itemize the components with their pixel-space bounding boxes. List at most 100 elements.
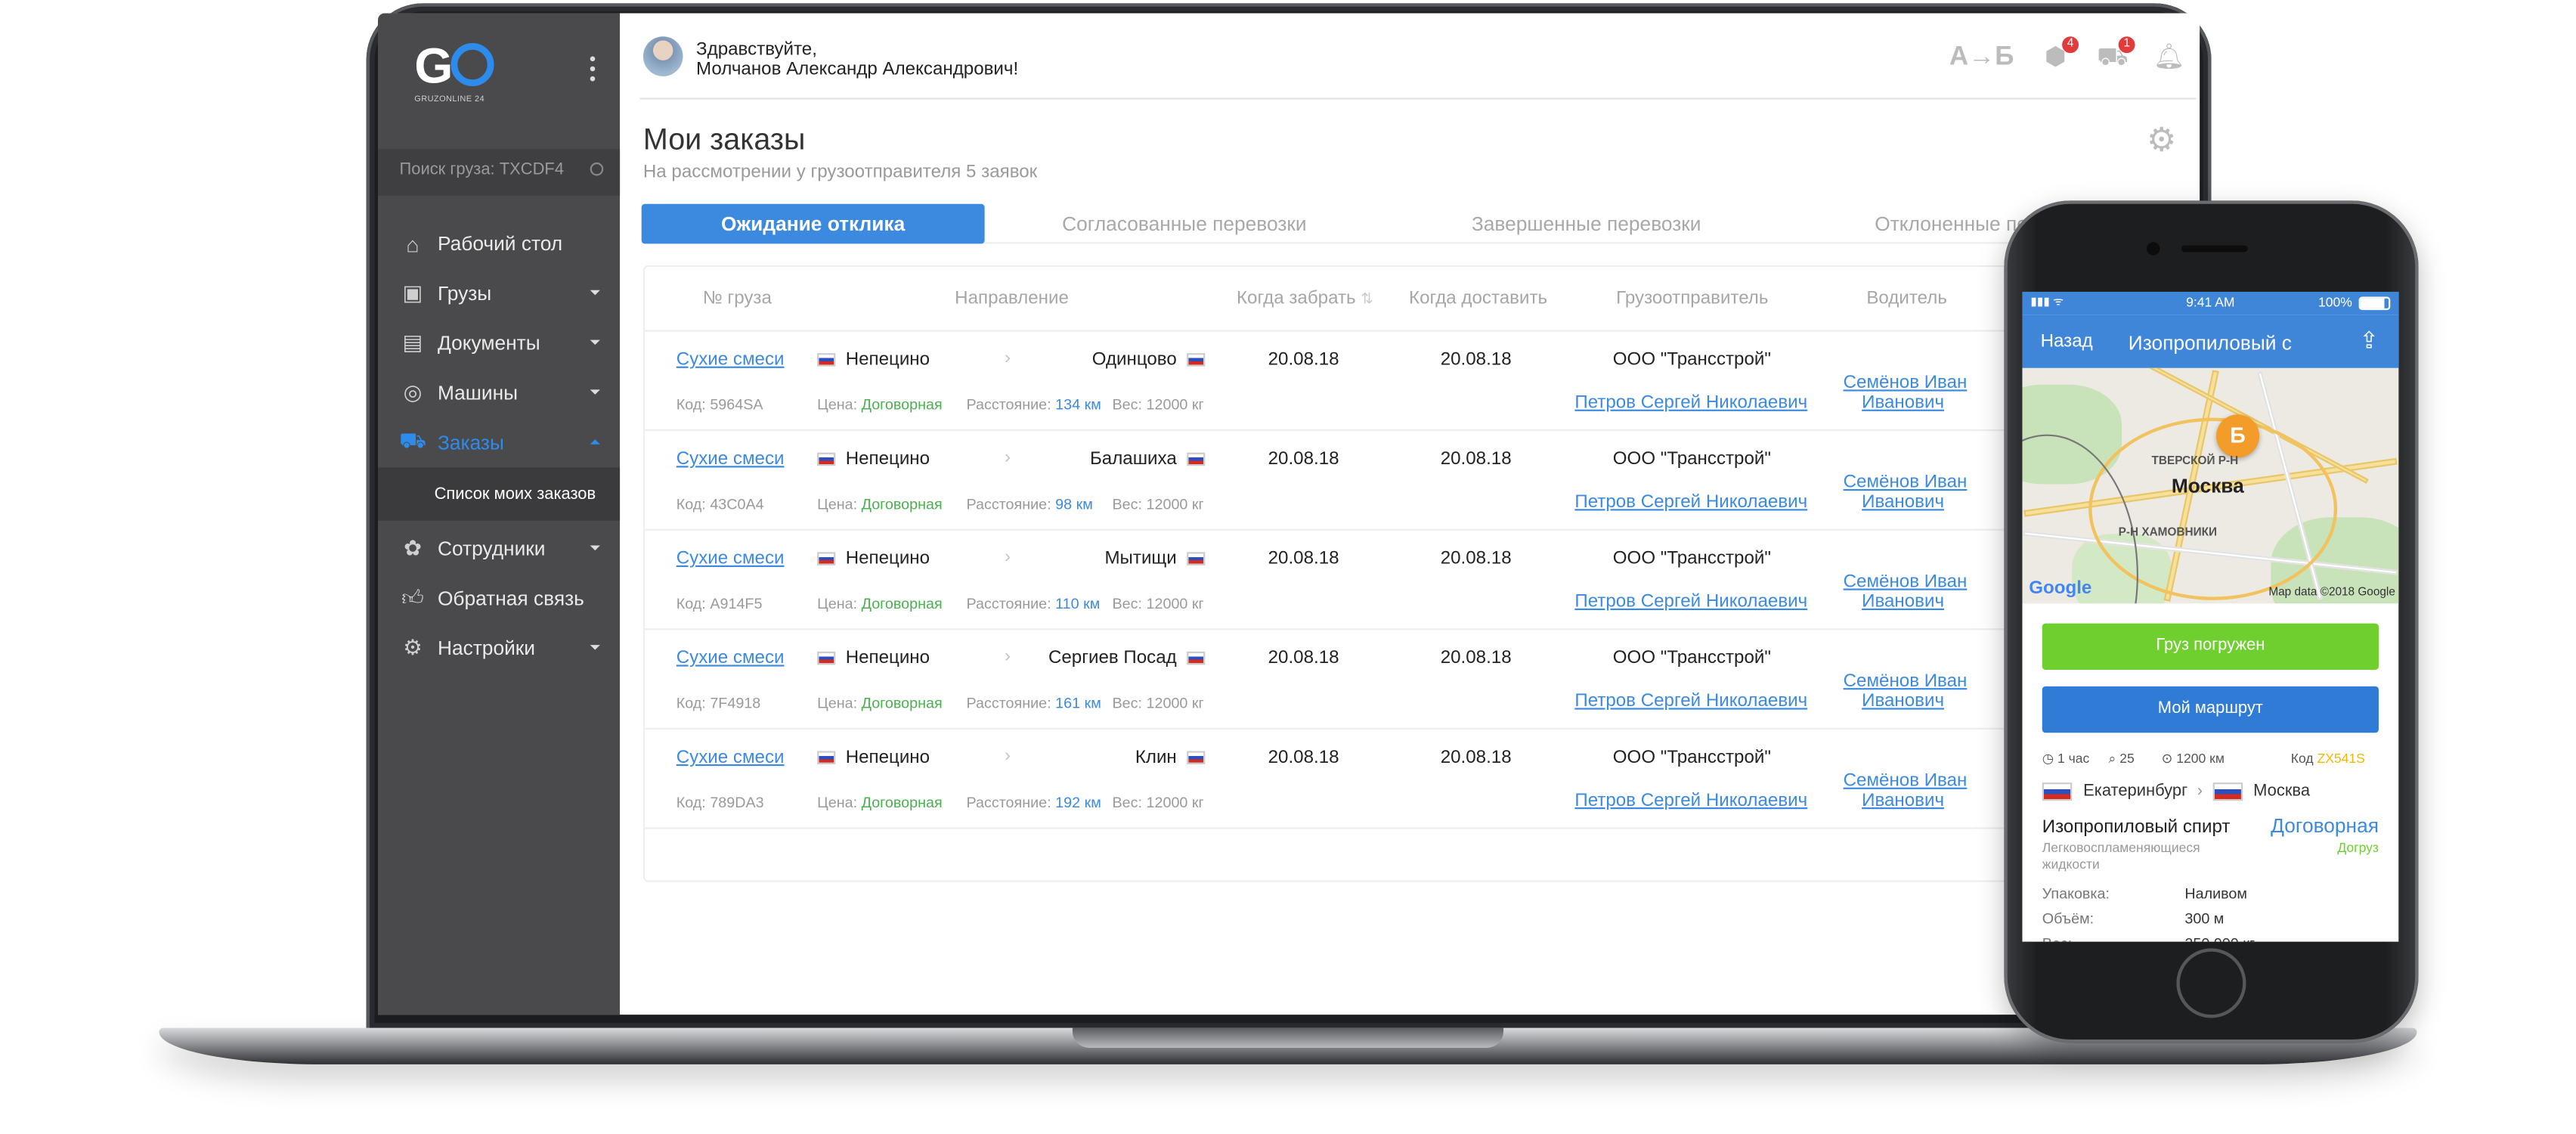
shipper-contact-link[interactable]: Петров Сергей Николаевич (1574, 393, 1807, 413)
team-icon: ✿ (404, 535, 423, 561)
driver-name-line: Иванович (1862, 392, 1945, 414)
sidebar-item-label: Документы (437, 331, 540, 355)
sidebar-item-orders[interactable]: ⛟ Заказы (378, 418, 620, 468)
driver-link[interactable]: Семёнов Иван Иванович (1844, 472, 1968, 513)
settings-gears-icon[interactable]: ⚙ (2147, 119, 2176, 161)
cargo-link[interactable]: Сухие смеси (677, 350, 785, 370)
shipper-name: ООО "Трансстрой" (1612, 349, 1771, 370)
map[interactable]: Б ТВЕРСКОЙ Р-Н Москва Р-Н ХАМОВНИКИ Goog… (2022, 367, 2399, 604)
sidebar-item-vehicles[interactable]: ◎ Машины (378, 368, 620, 418)
meta-code-value: ZX541S (2317, 751, 2365, 767)
price: Цена: Договорная (817, 496, 943, 513)
sidebar-subitem-my-orders[interactable]: Список моих заказов (378, 467, 621, 521)
my-route-button[interactable]: Мой маршрут (2042, 686, 2379, 733)
driver-link[interactable]: Семёнов Иван Иванович (1844, 373, 1968, 414)
truck-notify-icon[interactable]: ⛟ 1 (2097, 36, 2135, 71)
sidebar-item-label: Обратная связь (437, 587, 584, 611)
tab-awaiting[interactable]: Ожидание отклика (641, 203, 985, 244)
translit-button[interactable]: А→Б (1949, 43, 2014, 73)
avatar[interactable] (642, 36, 683, 76)
greeting: Здравствуйте, Молчанов Александр Алексан… (696, 40, 1018, 80)
distance: Расстояние: 192 км (967, 794, 1101, 810)
cargo-loaded-button[interactable]: Груз погружен (2042, 623, 2379, 670)
search-icon[interactable] (590, 162, 604, 176)
back-button[interactable]: Назад (2041, 332, 2093, 352)
price-label: Цена: (817, 396, 858, 414)
share-icon[interactable]: ⇪ (2359, 327, 2379, 355)
column-header-driver[interactable]: Водитель (1866, 267, 1947, 330)
russia-flag-icon (817, 452, 836, 466)
thumbs-up-icon: 👍︎ (401, 585, 424, 611)
pin-icon: ⊙ (2161, 751, 2173, 767)
price-label: Цена: (817, 694, 858, 711)
distance-label: Расстояние: (966, 495, 1051, 513)
driver-link[interactable]: Семёнов Иван Иванович (1844, 671, 1968, 711)
sidebar-item-desk[interactable]: ⌂ Рабочий стол (378, 218, 620, 268)
cargo-link[interactable]: Сухие смеси (677, 648, 785, 668)
search-placeholder: Поиск груза: TXCDF4 (399, 160, 565, 179)
sidebar-item-feedback[interactable]: 👍︎ Обратная связь (378, 574, 620, 624)
weight-value: 12000 кг (1146, 595, 1204, 612)
tab-completed[interactable]: Завершенные перевозки (1404, 204, 1768, 244)
cargo-price: Договорная (2271, 813, 2379, 838)
column-header-direction[interactable]: Направление (955, 267, 1069, 330)
chevron-right-icon: › (1004, 646, 1011, 667)
sidebar-item-settings[interactable]: ⚙ Настройки (378, 624, 620, 674)
chevron-right-icon: › (1004, 448, 1011, 468)
driver-link[interactable]: Семёнов Иван Иванович (1844, 572, 1968, 612)
map-pin[interactable]: Б (2216, 414, 2260, 458)
code-label: Код: (676, 595, 706, 612)
sidebar-item-staff[interactable]: ✿ Сотрудники (378, 524, 620, 574)
bell-icon[interactable]: 🔔︎ (2153, 44, 2185, 71)
pickup-date: 20.08.18 (1268, 548, 1339, 569)
cargo-link[interactable]: Сухие смеси (677, 748, 785, 767)
table-row[interactable]: Сухие смеси Непецино › Мытищи 20.08.18 20.0… (645, 528, 2200, 629)
cargo-name: Изопропиловый спирт (2042, 817, 2231, 838)
chevron-down-icon (590, 545, 600, 551)
column-header-pickup[interactable]: Когда забрать ⇅ (1237, 267, 1373, 330)
sidebar-item-label: Рабочий стол (437, 232, 563, 256)
table-row[interactable]: Сухие смеси Непецино › Одинцово 20.08.18 20… (645, 330, 2200, 429)
sidebar-item-cargo[interactable]: ▣ Грузы (378, 268, 620, 318)
russia-flag-icon (817, 552, 836, 566)
route-to-value: Балашиха (1089, 449, 1177, 469)
russia-flag-icon (817, 751, 836, 765)
shipper-contact-link[interactable]: Петров Сергей Николаевич (1574, 492, 1807, 512)
cube-icon[interactable]: ⬢ 4 (2041, 36, 2079, 71)
route-to: Одинцово (1092, 350, 1206, 370)
weight-value: 12000 кг (1146, 495, 1204, 513)
distance-value: 192 км (1055, 794, 1101, 811)
document-icon: ▤ (402, 330, 423, 355)
column-header-shipper[interactable]: Грузоотправитель (1616, 267, 1768, 330)
code-label: Код: (676, 396, 706, 414)
column-header-deliver[interactable]: Когда доставить (1409, 267, 1547, 330)
table-row[interactable]: Сухие смеси Непецино › Балашиха 20.08.18 20… (645, 429, 2200, 529)
table-row[interactable]: Сухие смеси Непецино › Сергиев Посад 20.08… (645, 628, 2200, 728)
cargo-link[interactable]: Сухие смеси (677, 449, 785, 469)
driver-name-line: Семёнов Иван (1843, 472, 1968, 493)
shipper-contact-link[interactable]: Петров Сергей Николаевич (1574, 791, 1807, 810)
search-input[interactable]: Поиск груза: TXCDF4 (378, 149, 621, 196)
route-from: Непецино (817, 549, 930, 569)
tab-agreed[interactable]: Согласованные перевозки (1006, 204, 1362, 244)
column-header-cargo-number[interactable]: № груза (703, 267, 772, 330)
shipper-contact-link[interactable]: Петров Сергей Николаевич (1574, 691, 1807, 711)
cargo-link[interactable]: Сухие смеси (677, 549, 785, 569)
spec-value: Наливом (2184, 885, 2247, 902)
chevron-down-icon (590, 339, 600, 345)
driver-link[interactable]: Семёнов Иван Иванович (1844, 771, 1968, 811)
shipper-contact-link[interactable]: Петров Сергей Николаевич (1574, 592, 1807, 612)
sidebar-item-documents[interactable]: ▤ Документы (378, 318, 620, 368)
route-from-value: Непецино (845, 349, 930, 370)
phone-camera (2146, 242, 2160, 256)
meta-views-value: 25 (2119, 751, 2135, 767)
table-row[interactable]: Сухие смеси Непецино › Клин 20.08.18 20.08.… (645, 727, 2200, 828)
kebab-menu-icon[interactable] (590, 56, 597, 86)
driver-name-line: Семёнов Иван (1843, 770, 1968, 792)
deliver-date: 20.08.18 (1440, 449, 1512, 469)
logo[interactable]: G GRUZONLINE 24 (414, 42, 500, 116)
code-label: Код: (676, 495, 706, 513)
sidebar-menu: ⌂ Рабочий стол ▣ Грузы ▤ Документы ◎ Маш… (378, 218, 621, 674)
phone-home-button[interactable] (2176, 948, 2246, 1018)
route-from: Екатеринбург (2083, 782, 2188, 801)
